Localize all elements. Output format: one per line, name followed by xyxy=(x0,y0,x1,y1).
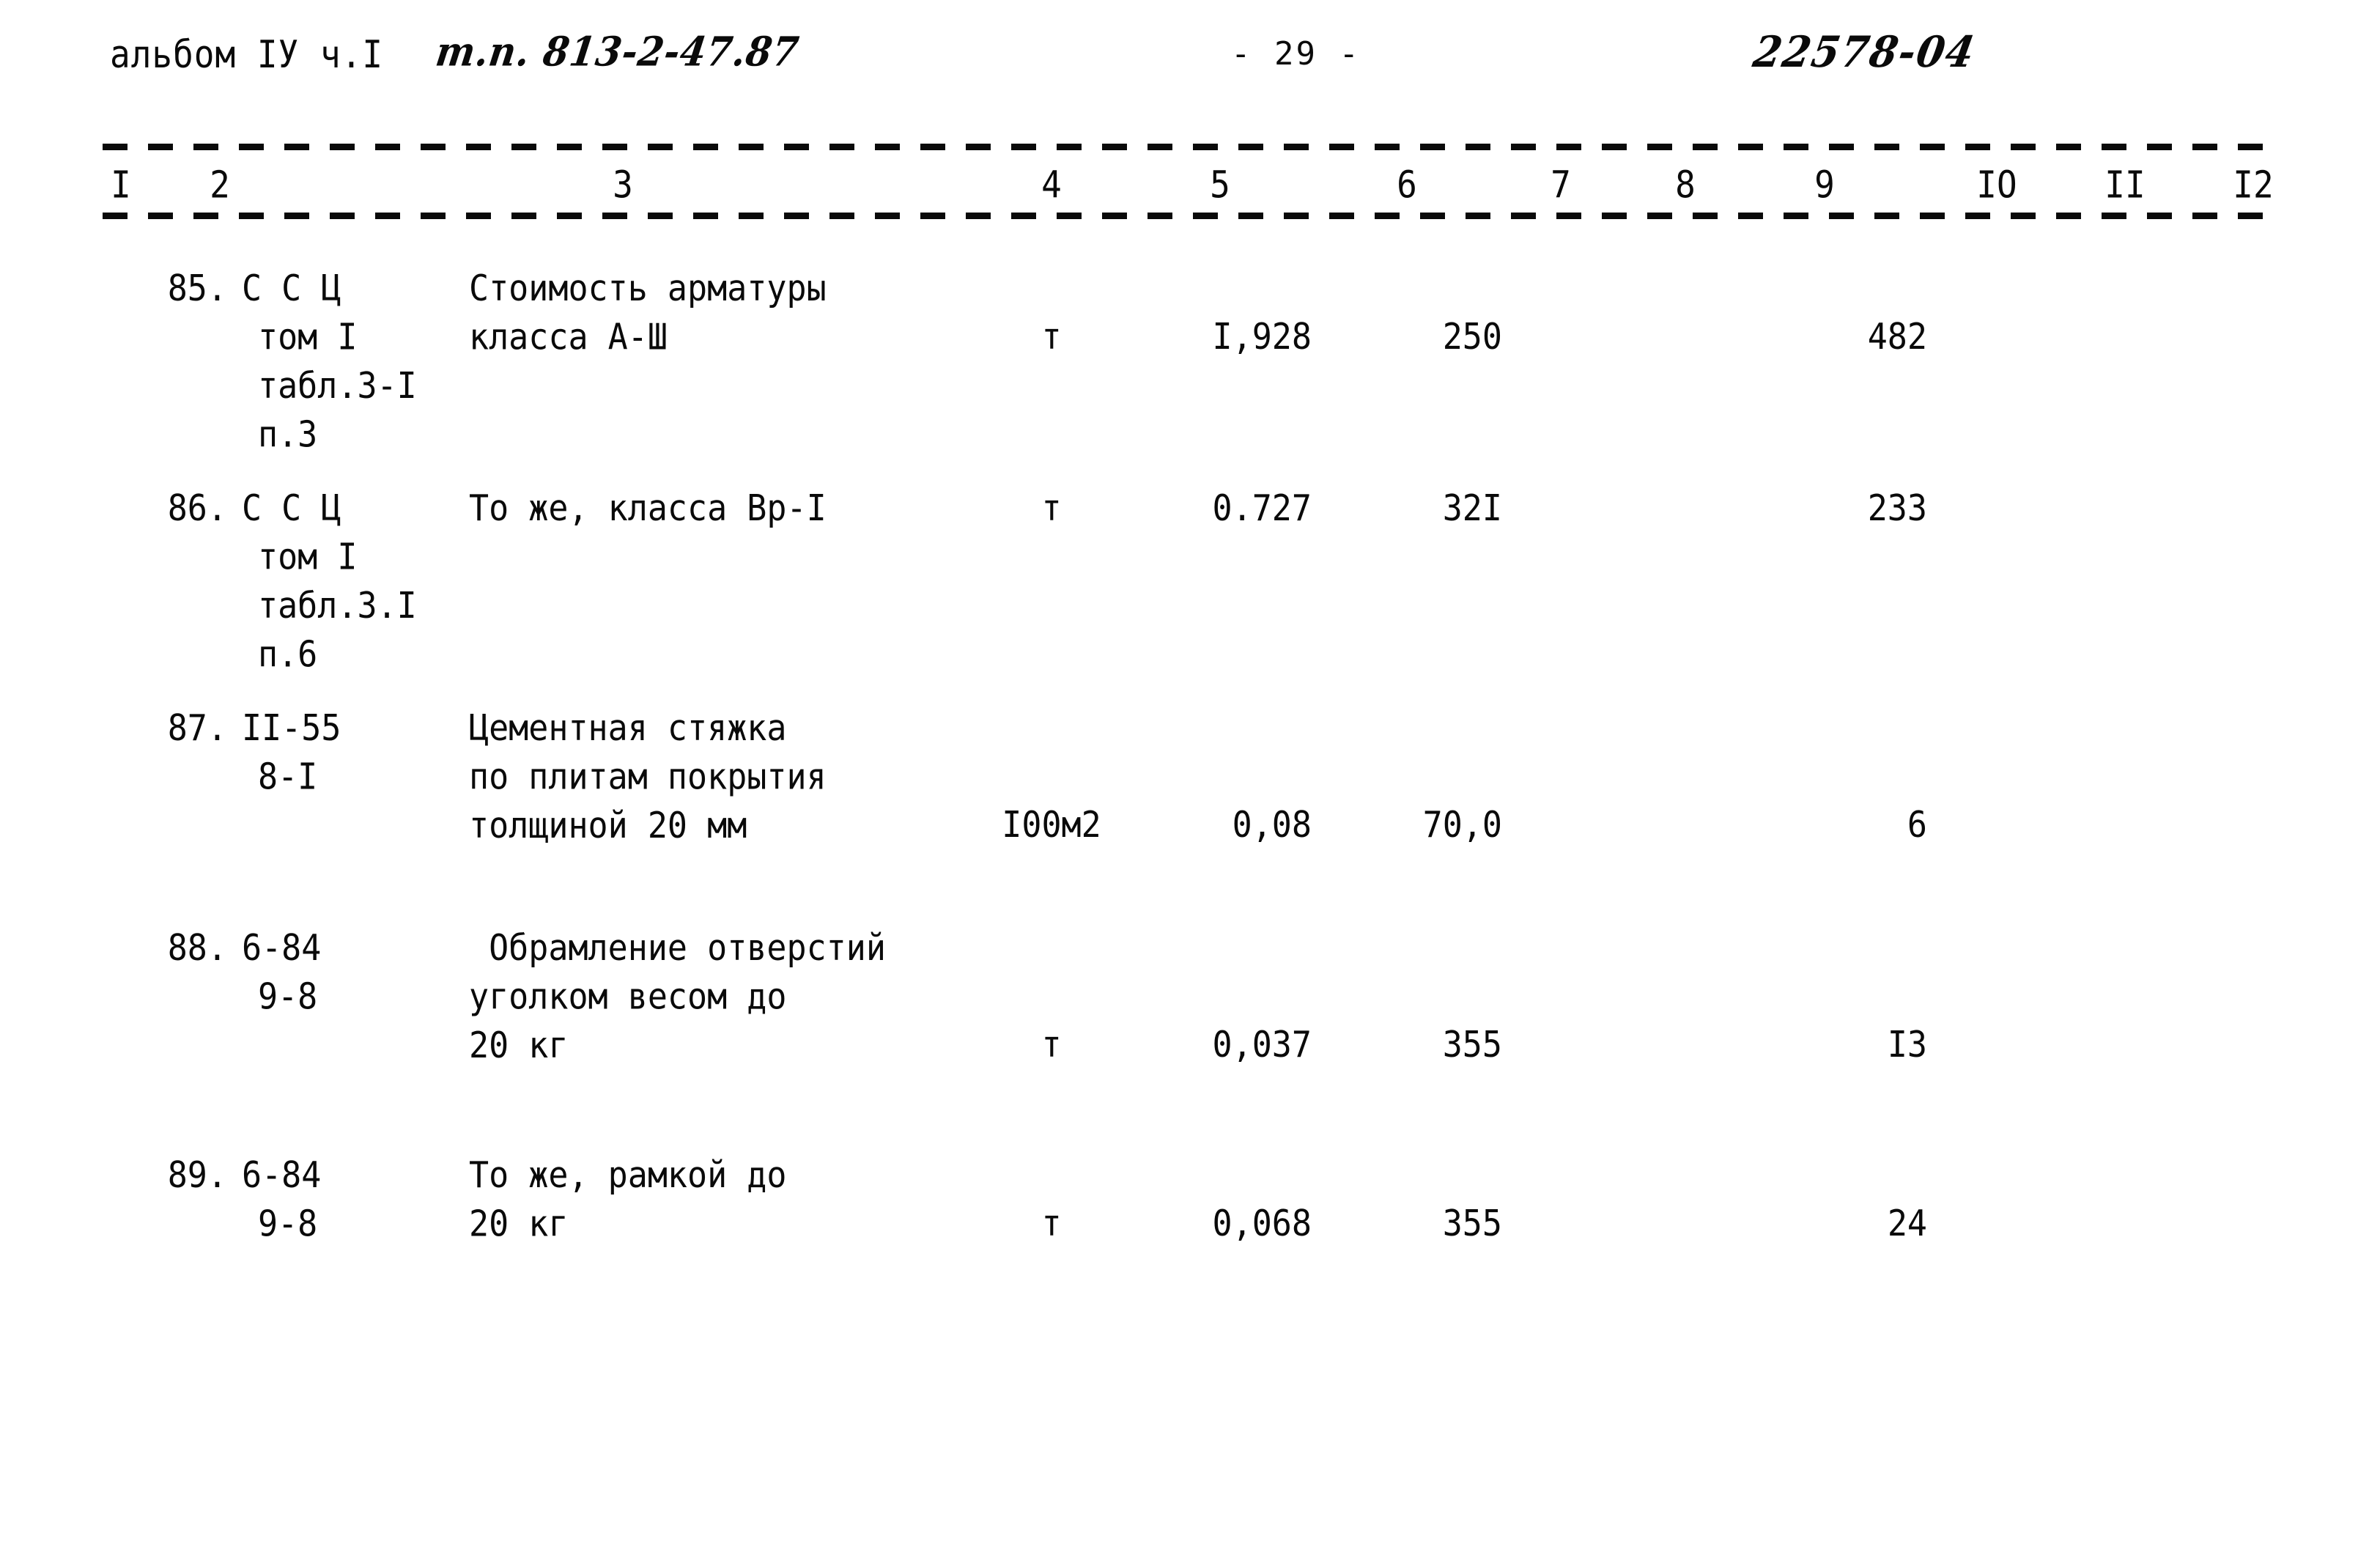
project-code-handwritten: т.п. 813-2-47.87 xyxy=(432,28,802,75)
column-number-9: 9 xyxy=(1814,163,1835,207)
row-unit-price: 355 xyxy=(1442,1202,1502,1245)
row-description: Обрамление отверстий уголком весом до 20 к… xyxy=(469,923,967,1069)
table-row: 88. 6-84 9-8 Обрамление отверстий уголком в… xyxy=(0,923,2380,1136)
column-number-6: 6 xyxy=(1397,163,1417,207)
column-number-2: 2 xyxy=(210,163,230,207)
row-description: То же, класса Вр-I xyxy=(469,484,967,532)
justification-line: 6-84 xyxy=(242,926,322,970)
column-number-row: I 2 3 4 5 6 7 8 9 IO II I2 xyxy=(0,163,2380,210)
row-unit-price: 32I xyxy=(1442,487,1502,530)
column-number-11: II xyxy=(2104,163,2146,207)
row-quantity: 0,068 xyxy=(1212,1202,1312,1245)
row-unit: т xyxy=(1041,1202,1062,1245)
table-row: 87. II-55 8-I Цементная стяжка по плитам пок… xyxy=(0,704,2380,916)
row-unit-price: 70,0 xyxy=(1422,803,1502,846)
row-unit: т xyxy=(1041,315,1062,358)
row-justification: С С Ц том I табл.3.I п.6 xyxy=(242,484,484,679)
justification-line: 6-84 xyxy=(242,1153,322,1197)
document-code-handwritten: 22578-04 xyxy=(1749,26,1980,78)
description-line: Обрамление отверстий xyxy=(469,926,886,970)
description-line: Стоимость арматуры xyxy=(469,267,827,310)
row-item-number: 88. xyxy=(167,926,227,970)
justification-line: 8-I xyxy=(258,755,318,798)
justification-line: С С Ц xyxy=(242,487,341,530)
row-item-number: 85. xyxy=(167,267,227,310)
description-line: толщиной 20 мм xyxy=(469,804,747,847)
row-total-cost: 233 xyxy=(1867,487,1927,530)
description-line: То же, класса Вр-I xyxy=(469,487,827,530)
column-number-5: 5 xyxy=(1210,163,1230,207)
page-header: альбом IУ ч.I т.п. 813-2-47.87 - 29 - 22… xyxy=(0,26,2380,101)
column-number-12: I2 xyxy=(2233,163,2274,207)
table-row: 85. С С Ц том I табл.3-I п.3 Стоимость армату… xyxy=(0,264,2380,476)
scanned-page: альбом IУ ч.I т.п. 813-2-47.87 - 29 - 22… xyxy=(0,0,2380,1558)
column-number-1: I xyxy=(111,163,131,207)
row-quantity: 0,08 xyxy=(1232,803,1312,846)
column-number-7: 7 xyxy=(1551,163,1571,207)
row-justification: 6-84 9-8 xyxy=(242,923,484,1021)
row-total-cost: 6 xyxy=(1907,803,1927,846)
description-line: 20 кг xyxy=(469,1202,569,1245)
row-unit: т xyxy=(1041,1023,1062,1066)
row-item-number: 87. xyxy=(167,706,227,750)
table-row: 86. С С Ц том I табл.3.I п.6 То же, класса Вр… xyxy=(0,484,2380,696)
row-description: Цементная стяжка по плитам покрытия толщин… xyxy=(469,704,967,849)
justification-line: 9-8 xyxy=(258,1202,318,1245)
justification-line: п.6 xyxy=(258,632,318,676)
column-number-4: 4 xyxy=(1041,163,1062,207)
album-label: альбом IУ ч.I xyxy=(110,32,384,77)
column-number-3: 3 xyxy=(613,163,633,207)
row-description: Стоимость арматуры класса А-Ш xyxy=(469,264,967,361)
description-line: 20 кг xyxy=(469,1024,569,1067)
justification-line: С С Ц xyxy=(242,267,341,310)
row-item-number: 86. xyxy=(167,487,227,530)
row-item-number: 89. xyxy=(167,1153,227,1197)
page-number: - 29 - xyxy=(1231,35,1361,73)
row-unit: т xyxy=(1041,487,1062,530)
table-row: 89. 6-84 9-8 То же, рамкой до 20 кг т 0,068 355… xyxy=(0,1151,2380,1363)
dashed-rule-top xyxy=(103,144,2279,150)
justification-line: табл.3.I xyxy=(258,584,417,627)
row-quantity: I,928 xyxy=(1212,315,1312,358)
justification-line: 9-8 xyxy=(258,975,318,1018)
row-justification: 6-84 9-8 xyxy=(242,1151,484,1248)
row-unit-price: 250 xyxy=(1442,315,1502,358)
description-line: по плитам покрытия xyxy=(469,755,827,798)
row-total-cost: 24 xyxy=(1887,1202,1927,1245)
justification-line: II-55 xyxy=(242,706,341,750)
row-justification: С С Ц том I табл.3-I п.3 xyxy=(242,264,484,459)
dashed-rule-bottom xyxy=(103,213,2279,219)
justification-line: том I xyxy=(258,535,358,578)
row-justification: II-55 8-I xyxy=(242,704,484,801)
description-line: класса А-Ш xyxy=(469,315,668,358)
description-line: Цементная стяжка xyxy=(469,706,787,750)
row-quantity: 0.727 xyxy=(1212,487,1312,530)
justification-line: табл.3-I xyxy=(258,364,417,407)
description-line: То же, рамкой до xyxy=(469,1153,787,1197)
justification-line: том I xyxy=(258,315,358,358)
row-total-cost: I3 xyxy=(1887,1023,1927,1066)
row-unit: I00м2 xyxy=(1002,803,1101,846)
row-description: То же, рамкой до 20 кг xyxy=(469,1151,967,1248)
row-quantity: 0,037 xyxy=(1212,1023,1312,1066)
column-number-10: IO xyxy=(1976,163,2017,207)
row-total-cost: 482 xyxy=(1867,315,1927,358)
justification-line: п.3 xyxy=(258,413,318,456)
row-unit-price: 355 xyxy=(1442,1023,1502,1066)
description-line: уголком весом до xyxy=(469,975,787,1018)
column-number-8: 8 xyxy=(1675,163,1696,207)
